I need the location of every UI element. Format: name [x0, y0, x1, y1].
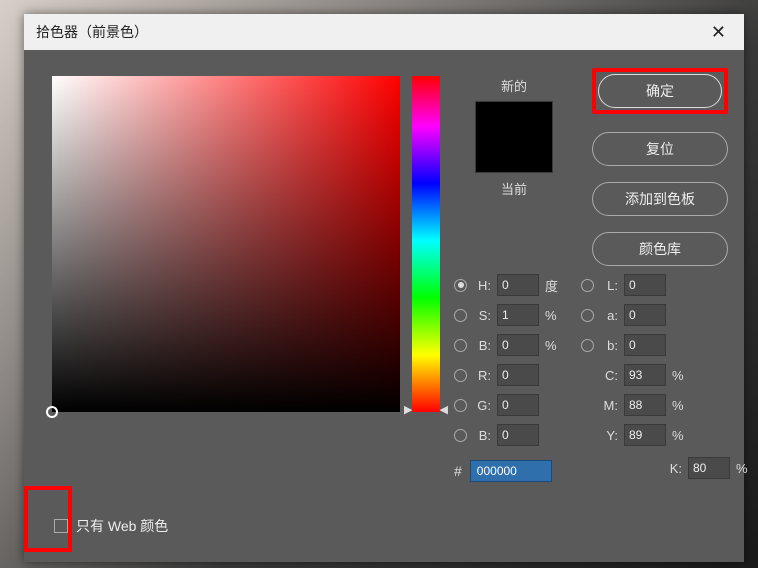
hash-icon: # — [454, 463, 462, 479]
k-label: K: — [664, 461, 682, 476]
ok-button[interactable]: 确定 — [598, 74, 722, 108]
b-rgb-label: B: — [473, 428, 491, 443]
h-input[interactable]: 0 — [497, 274, 539, 296]
saturation-value-field[interactable] — [52, 76, 400, 412]
dialog-title: 拾色器（前景色） — [36, 22, 148, 42]
color-preview: 新的 当前 — [454, 76, 574, 198]
s-input[interactable]: 1 — [497, 304, 539, 326]
dialog-body: ▶◀ 新的 当前 确定 复位 添加到色板 颜色库 H: 0 度 — [24, 50, 744, 562]
b-rgb-radio[interactable] — [454, 429, 467, 442]
l-input[interactable]: 0 — [624, 274, 666, 296]
k-input[interactable]: 80 — [688, 457, 730, 479]
b-hsb-radio[interactable] — [454, 339, 467, 352]
b-hsb-input[interactable]: 0 — [497, 334, 539, 356]
y-input[interactable]: 89 — [624, 424, 666, 446]
b-rgb-input[interactable]: 0 — [497, 424, 539, 446]
m-label: M: — [600, 398, 618, 413]
h-unit: 度 — [545, 276, 563, 295]
titlebar: 拾色器（前景色） ✕ — [24, 14, 744, 50]
c-unit: % — [672, 368, 690, 383]
m-input[interactable]: 88 — [624, 394, 666, 416]
s-unit: % — [545, 308, 563, 323]
g-input[interactable]: 0 — [497, 394, 539, 416]
l-label: L: — [600, 278, 618, 293]
current-color-label: 当前 — [454, 179, 574, 198]
web-only-label: 只有 Web 颜色 — [76, 516, 168, 536]
new-color-label: 新的 — [454, 76, 574, 95]
highlight-bottom-left — [24, 486, 72, 552]
hue-radio[interactable] — [454, 279, 467, 292]
y-label: Y: — [600, 428, 618, 443]
r-radio[interactable] — [454, 369, 467, 382]
color-picker-dialog: 拾色器（前景色） ✕ ▶◀ 新的 当前 确定 复位 添加到色板 颜色库 — [24, 14, 744, 562]
a-label: a: — [600, 308, 618, 323]
g-label: G: — [473, 398, 491, 413]
hue-slider-thumb[interactable]: ▶◀ — [404, 403, 448, 416]
new-color-swatch — [475, 101, 553, 173]
y-unit: % — [672, 428, 690, 443]
k-unit: % — [736, 461, 754, 476]
hue-strip[interactable]: ▶◀ — [412, 76, 440, 412]
color-value-fields: H: 0 度 L: 0 S: 1 % — [454, 274, 754, 490]
sv-cursor-icon[interactable] — [46, 406, 58, 418]
s-label: S: — [473, 308, 491, 323]
l-radio[interactable] — [581, 279, 594, 292]
close-icon[interactable]: ✕ — [705, 20, 732, 45]
b-lab-radio[interactable] — [581, 339, 594, 352]
g-radio[interactable] — [454, 399, 467, 412]
hex-input[interactable]: 000000 — [470, 460, 552, 482]
a-input[interactable]: 0 — [624, 304, 666, 326]
b-hsb-unit: % — [545, 338, 563, 353]
b-lab-input[interactable]: 0 — [624, 334, 666, 356]
r-input[interactable]: 0 — [497, 364, 539, 386]
reset-button[interactable]: 复位 — [592, 132, 728, 166]
m-unit: % — [672, 398, 690, 413]
highlight-ok: 确定 — [592, 68, 728, 114]
h-label: H: — [473, 278, 491, 293]
a-radio[interactable] — [581, 309, 594, 322]
b-lab-label: b: — [600, 338, 618, 353]
button-column: 确定 复位 添加到色板 颜色库 — [592, 68, 728, 266]
s-radio[interactable] — [454, 309, 467, 322]
c-label: C: — [600, 368, 618, 383]
b-hsb-label: B: — [473, 338, 491, 353]
color-library-button[interactable]: 颜色库 — [592, 232, 728, 266]
add-to-swatch-button[interactable]: 添加到色板 — [592, 182, 728, 216]
r-label: R: — [473, 368, 491, 383]
c-input[interactable]: 93 — [624, 364, 666, 386]
